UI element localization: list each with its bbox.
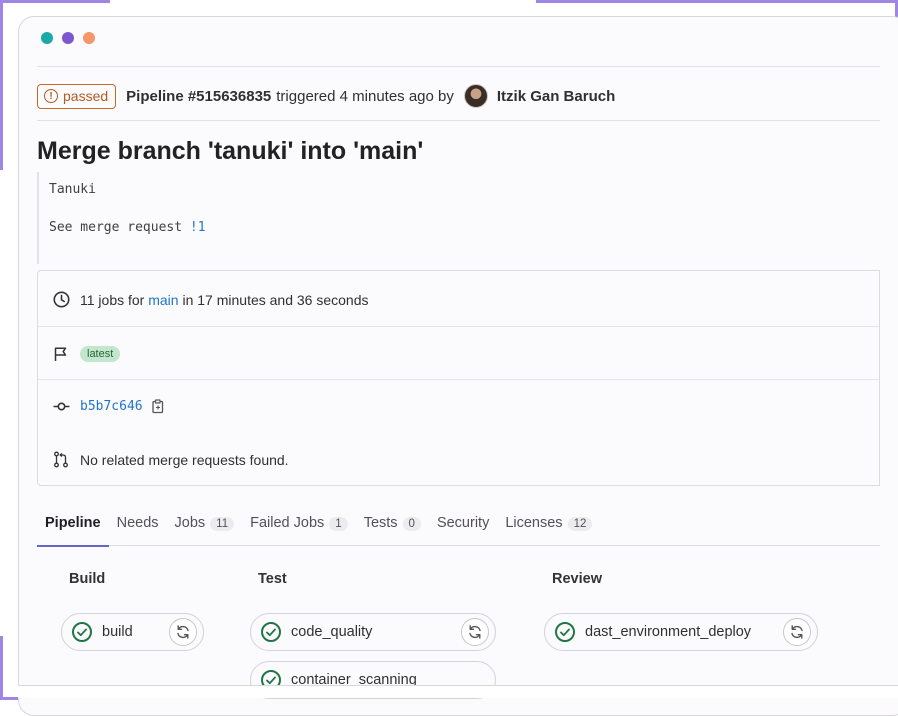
tab-label: Jobs	[174, 515, 206, 531]
frame-left	[0, 0, 3, 170]
commit-description: Tanuki See merge request !1	[37, 172, 879, 264]
divider	[37, 66, 880, 67]
jobs-summary: 11 jobs for main in 17 minutes and 36 se…	[80, 292, 369, 308]
tab-label: Security	[436, 515, 490, 531]
tab-tests[interactable]: Tests 0	[356, 505, 429, 545]
tab-label: Needs	[116, 515, 159, 531]
tab-count: 1	[329, 517, 348, 531]
pipeline-header: ! passed Pipeline #515636835 triggered 4…	[37, 82, 615, 110]
tab-licenses[interactable]: Licenses 12	[497, 505, 600, 545]
window-dot-orange[interactable]	[83, 32, 95, 44]
pipeline-info-panel: 11 jobs for main in 17 minutes and 36 se…	[37, 270, 880, 486]
success-icon	[72, 622, 92, 642]
window-dot-teal[interactable]	[41, 32, 53, 44]
tab-label: Pipeline	[45, 515, 101, 531]
job-build[interactable]: build	[61, 613, 204, 651]
info-row-tags: latest	[38, 327, 879, 380]
commit-title: Merge branch 'tanuki' into 'main'	[37, 137, 424, 165]
job-dast-environment-deploy[interactable]: dast_environment_deploy	[544, 613, 818, 651]
stage-title-test: Test	[258, 571, 287, 587]
tab-count: 11	[210, 517, 235, 531]
tab-count: 0	[402, 517, 421, 531]
frame-left-bottom	[0, 636, 3, 700]
branch-link[interactable]: main	[148, 292, 178, 308]
warning-icon: !	[44, 89, 58, 103]
tab-jobs[interactable]: Jobs 11	[167, 505, 243, 545]
tab-pipeline[interactable]: Pipeline	[37, 505, 109, 547]
tab-needs[interactable]: Needs	[109, 505, 167, 545]
job-name: code_quality	[291, 624, 373, 640]
status-badge[interactable]: ! passed	[37, 83, 117, 109]
tab-label: Tests	[363, 515, 398, 531]
job-code-quality[interactable]: code_quality	[250, 613, 496, 651]
success-icon	[555, 622, 575, 642]
pipeline-tabs: Pipeline Needs Jobs 11 Failed Jobs 1 Tests…	[37, 505, 880, 547]
copy-icon[interactable]	[151, 399, 165, 414]
stage-title-build: Build	[69, 571, 106, 587]
success-icon	[261, 622, 281, 642]
retry-icon[interactable]	[783, 618, 811, 646]
window-dot-purple[interactable]	[62, 32, 74, 44]
retry-icon[interactable]	[461, 618, 489, 646]
flag-icon	[52, 345, 70, 363]
avatar[interactable]	[463, 84, 488, 108]
latest-badge: latest	[80, 345, 121, 362]
status-label: passed	[63, 88, 109, 104]
tab-security[interactable]: Security	[429, 505, 497, 545]
jobs-count-text: 11 jobs for	[80, 291, 149, 308]
window-bottom-edge	[18, 685, 898, 698]
stage-title-review: Review	[552, 571, 602, 587]
description-text: See merge request	[49, 220, 190, 235]
divider	[37, 120, 880, 121]
description-line: See merge request !1	[49, 220, 206, 235]
merge-requests-status: No related merge requests found.	[80, 451, 289, 468]
merge-request-icon	[52, 451, 70, 469]
commit-icon	[52, 398, 70, 416]
duration-text: in 17 minutes and 36 seconds	[178, 291, 369, 308]
info-row-jobs: 11 jobs for main in 17 minutes and 36 se…	[38, 273, 879, 326]
frame-top-left	[0, 0, 110, 3]
description-line: Tanuki	[49, 182, 96, 197]
retry-icon[interactable]	[169, 618, 197, 646]
info-row-merge-requests: No related merge requests found.	[38, 433, 879, 486]
job-name: build	[102, 624, 133, 640]
window-controls	[41, 32, 95, 44]
job-name: dast_environment_deploy	[585, 624, 752, 640]
tab-label: Failed Jobs	[250, 515, 325, 531]
tab-failed-jobs[interactable]: Failed Jobs 1	[242, 505, 356, 545]
commit-sha-link[interactable]: b5b7c646	[80, 399, 143, 414]
tab-label: Licenses	[505, 515, 563, 531]
triggered-text: triggered 4 minutes ago by	[276, 87, 454, 105]
frame-top-right	[536, 0, 898, 3]
clock-icon	[52, 291, 70, 309]
merge-request-link[interactable]: !1	[190, 220, 206, 235]
tab-count: 12	[567, 517, 593, 531]
info-row-commit: b5b7c646	[38, 380, 879, 433]
author-name[interactable]: Itzik Gan Baruch	[497, 88, 615, 105]
pipeline-id: Pipeline #515636835	[126, 87, 272, 105]
